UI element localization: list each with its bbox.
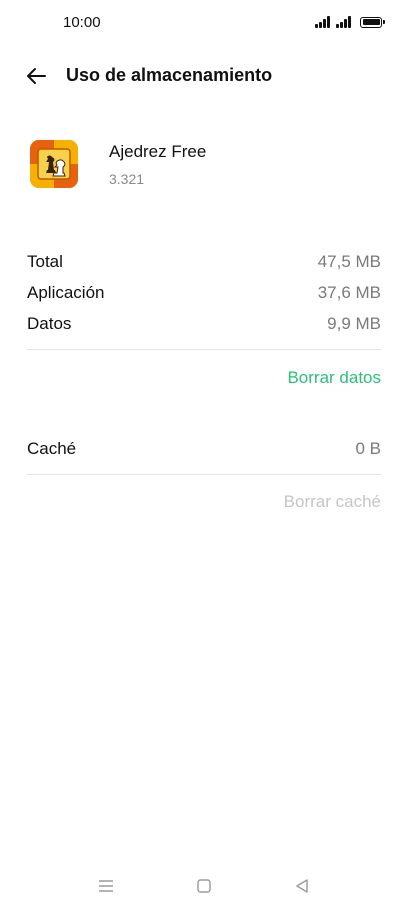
chess-app-icon bbox=[30, 140, 78, 188]
home-icon[interactable] bbox=[194, 876, 218, 896]
app-name: Ajedrez Free bbox=[109, 142, 207, 161]
status-bar: 10:00 bbox=[0, 0, 408, 44]
storage-row-value: 9,9 MB bbox=[327, 314, 381, 333]
storage-row-label: Aplicación bbox=[27, 283, 105, 302]
storage-row-total: Total 47,5 MB bbox=[27, 252, 381, 276]
status-icons bbox=[315, 14, 385, 30]
divider bbox=[27, 474, 381, 475]
back-triangle-icon[interactable] bbox=[292, 876, 316, 896]
header: Uso de almacenamiento bbox=[0, 56, 408, 96]
clear-cache-button[interactable]: Borrar caché bbox=[284, 492, 381, 512]
clear-data-button[interactable]: Borrar datos bbox=[287, 368, 381, 388]
storage-row-app: Aplicación 37,6 MB bbox=[27, 283, 381, 307]
app-version: 3.321 bbox=[109, 171, 145, 187]
navigation-bar bbox=[0, 866, 408, 906]
cache-label: Caché bbox=[27, 439, 77, 458]
battery-icon bbox=[360, 16, 385, 28]
storage-row-label: Datos bbox=[27, 314, 72, 333]
storage-row-value: 47,5 MB bbox=[317, 252, 381, 271]
cache-row: Caché 0 B bbox=[27, 439, 381, 463]
arrow-left-icon[interactable] bbox=[22, 62, 50, 90]
app-info: Ajedrez Free 3.321 bbox=[0, 136, 408, 196]
page-title: Uso de almacenamiento bbox=[66, 65, 273, 85]
storage-row-data: Datos 9,9 MB bbox=[27, 314, 381, 338]
cache-value: 0 B bbox=[355, 439, 381, 458]
divider bbox=[27, 349, 381, 350]
menu-icon[interactable] bbox=[96, 876, 120, 896]
signal-2-icon bbox=[336, 16, 352, 28]
signal-1-icon bbox=[315, 16, 331, 28]
storage-row-label: Total bbox=[27, 252, 63, 271]
storage-row-value: 37,6 MB bbox=[317, 283, 381, 302]
status-time: 10:00 bbox=[63, 14, 101, 31]
